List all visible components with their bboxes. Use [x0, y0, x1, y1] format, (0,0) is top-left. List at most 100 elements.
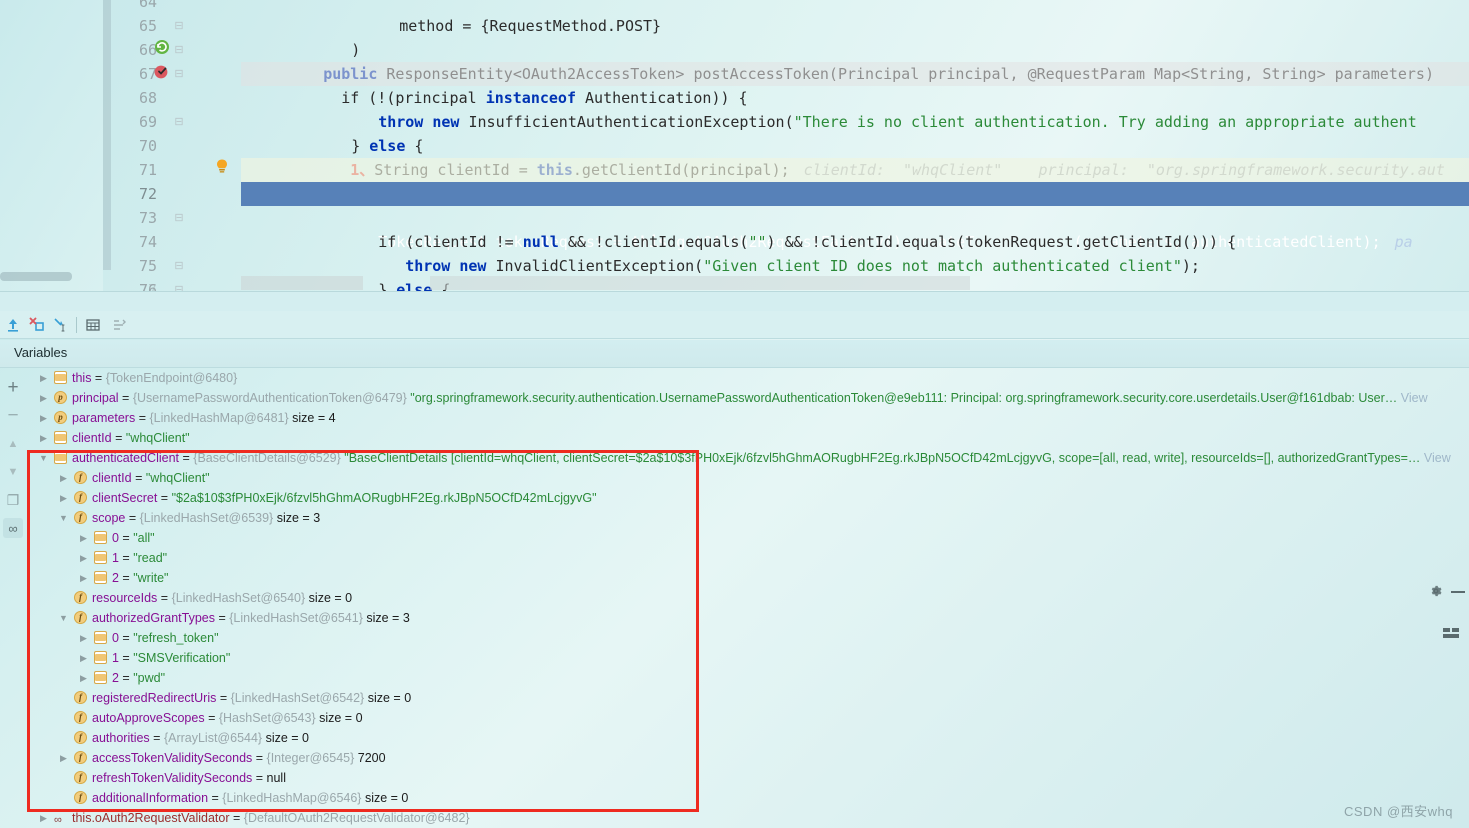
- field-icon: f: [74, 691, 87, 704]
- variable-value: "whqClient": [125, 431, 190, 445]
- breakpoint-verified-icon[interactable]: [153, 62, 173, 82]
- tree-twisty-none: [58, 788, 69, 808]
- tree-twisty-collapsed[interactable]: ▶: [78, 668, 89, 688]
- fold-marker[interactable]: ⊟: [173, 38, 185, 62]
- remove-watch-button[interactable]: −: [3, 405, 23, 426]
- variable-type: {BaseClientDetails@6529}: [193, 451, 345, 465]
- tree-twisty-collapsed[interactable]: ▶: [58, 748, 69, 768]
- step-out-button[interactable]: [2, 315, 24, 335]
- fold-marker[interactable]: ⊟: [173, 278, 185, 291]
- code-line-66[interactable]: public ResponseEntity<OAuth2AccessToken>…: [241, 38, 1469, 83]
- tree-twisty-collapsed[interactable]: ▶: [58, 468, 69, 488]
- intention-bulb-icon[interactable]: [214, 158, 234, 178]
- variable-text: authorizedGrantTypes = {LinkedHashSet@65…: [92, 608, 410, 628]
- method-override-icon[interactable]: [153, 38, 173, 58]
- line-number: 64: [138, 0, 157, 11]
- move-up-button[interactable]: ▲: [3, 434, 23, 454]
- editor-change-marker-strip: [103, 0, 111, 270]
- variable-equals: =: [157, 591, 172, 605]
- code-line-74[interactable]: throw new InvalidClientException("Given …: [241, 230, 1469, 275]
- variables-tree[interactable]: ▶ this = {TokenEndpoint@6480} ▶ p principal…: [26, 368, 1469, 828]
- run-to-cursor-button[interactable]: [50, 315, 72, 335]
- variable-text: authorities = {ArrayList@6544} size = 0: [92, 728, 309, 748]
- tree-twisty-none: [58, 728, 69, 748]
- tree-twisty-collapsed[interactable]: ▶: [38, 428, 49, 448]
- view-link[interactable]: View: [1420, 451, 1451, 465]
- variable-text: additionalInformation = {LinkedHashMap@6…: [92, 788, 408, 808]
- fold-marker[interactable]: ⊟: [173, 14, 185, 38]
- variable-name: 0: [112, 631, 119, 645]
- object-value-icon: [54, 431, 67, 444]
- variable-type: {ArrayList@6544}: [163, 731, 266, 745]
- copy-value-button[interactable]: ❐: [3, 490, 23, 510]
- force-step-into-button[interactable]: [26, 315, 48, 335]
- variable-extra: size = 0: [364, 791, 409, 805]
- watches-toolbar[interactable]: + − ▲ ▼ ❐ ∞: [0, 368, 26, 828]
- variables-tab[interactable]: Variables: [0, 340, 1469, 368]
- variable-name: scope: [92, 511, 126, 525]
- evaluate-expression-button[interactable]: [82, 315, 104, 335]
- code-line-65[interactable]: ): [241, 14, 1469, 59]
- code-editor[interactable]: 64 65 66 67 68 69 70 71 72 73 74 75 76 ⊟…: [0, 0, 1469, 291]
- move-down-button[interactable]: ▼: [3, 462, 23, 482]
- variable-extra: null: [266, 771, 286, 785]
- object-value-icon: [94, 571, 107, 584]
- watches-button[interactable]: ∞: [3, 518, 23, 538]
- tree-twisty-none: [58, 588, 69, 608]
- code-line-75[interactable]: } else {: [241, 254, 1469, 291]
- fold-marker[interactable]: ⊟: [173, 110, 185, 134]
- field-icon: f: [74, 611, 87, 624]
- variable-equals: =: [118, 551, 134, 565]
- add-watch-button[interactable]: +: [3, 377, 23, 398]
- fold-marker[interactable]: ⊟: [173, 206, 185, 230]
- code-line-71[interactable]: 2、ClientDetails authenticatedClient = th…: [241, 158, 1469, 203]
- code-line-72-current[interactable]: TokenRequest tokenRequest = this.getOAut…: [241, 182, 1469, 251]
- tree-twisty-collapsed[interactable]: ▶: [78, 648, 89, 668]
- variable-name: clientId: [92, 471, 132, 485]
- tree-twisty-collapsed[interactable]: ▶: [38, 808, 49, 828]
- line-number: 65: [138, 17, 157, 35]
- watch-icon: ∞: [54, 814, 62, 826]
- variable-extra: size = 4: [292, 411, 336, 425]
- tree-twisty-collapsed[interactable]: ▶: [78, 628, 89, 648]
- code-text-area[interactable]: method = {RequestMethod.POST} ) public R…: [241, 0, 1469, 291]
- variable-equals: =: [135, 411, 150, 425]
- tree-twisty-collapsed[interactable]: ▶: [78, 568, 89, 588]
- variable-text: principal = {UsernamePasswordAuthenticat…: [72, 388, 1428, 408]
- fold-marker[interactable]: ⊟: [173, 62, 185, 86]
- tree-twisty-collapsed[interactable]: ▶: [78, 528, 89, 548]
- variable-equals: =: [111, 431, 126, 445]
- editor-gutter[interactable]: 64 65 66 67 68 69 70 71 72 73 74 75 76 ⊟…: [111, 0, 241, 291]
- variable-extra: size = 0: [265, 731, 310, 745]
- restore-layout-button[interactable]: [108, 315, 130, 335]
- code-line-68[interactable]: throw new InsufficientAuthenticationExce…: [241, 86, 1469, 131]
- code-line-73[interactable]: if (clientId != null && !clientId.equals…: [241, 206, 1469, 251]
- variable-extra: 7200: [357, 751, 386, 765]
- code-line-69[interactable]: } else {: [241, 110, 1469, 155]
- view-link[interactable]: View: [1397, 391, 1428, 405]
- tree-twisty-collapsed[interactable]: ▶: [58, 488, 69, 508]
- tree-twisty-expanded[interactable]: ▼: [58, 608, 69, 628]
- code-line-70[interactable]: 1、String clientId = this.getClientId(pri…: [241, 134, 1469, 179]
- variable-extra: size = 0: [319, 711, 363, 725]
- variable-value: "pwd": [133, 671, 166, 685]
- tree-twisty-collapsed[interactable]: ▶: [38, 408, 49, 428]
- editor-horizontal-scrollbar[interactable]: [0, 272, 72, 281]
- tree-twisty-expanded[interactable]: ▼: [58, 508, 69, 528]
- variable-equals: =: [118, 671, 134, 685]
- tree-twisty-collapsed[interactable]: ▶: [38, 368, 49, 388]
- variable-name: parameters: [72, 411, 136, 425]
- tree-twisty-collapsed[interactable]: ▶: [38, 388, 49, 408]
- debug-toolbar[interactable]: [0, 311, 1469, 638]
- code-line-64[interactable]: method = {RequestMethod.POST}: [241, 0, 1469, 35]
- variable-value: "BaseClientDetails [clientId=whqClient, …: [344, 451, 1421, 465]
- line-number: 76: [138, 281, 157, 291]
- code-line-67[interactable]: if (!(principal instanceof Authenticatio…: [241, 62, 1469, 107]
- variable-name: authorities: [92, 731, 150, 745]
- tree-twisty-collapsed[interactable]: ▶: [78, 548, 89, 568]
- fold-marker[interactable]: ⊟: [173, 254, 185, 278]
- variable-value: "all": [133, 531, 155, 545]
- line-number: 70: [138, 137, 157, 155]
- variable-text: resourceIds = {LinkedHashSet@6540} size …: [92, 588, 352, 608]
- tree-twisty-expanded[interactable]: ▼: [38, 448, 49, 468]
